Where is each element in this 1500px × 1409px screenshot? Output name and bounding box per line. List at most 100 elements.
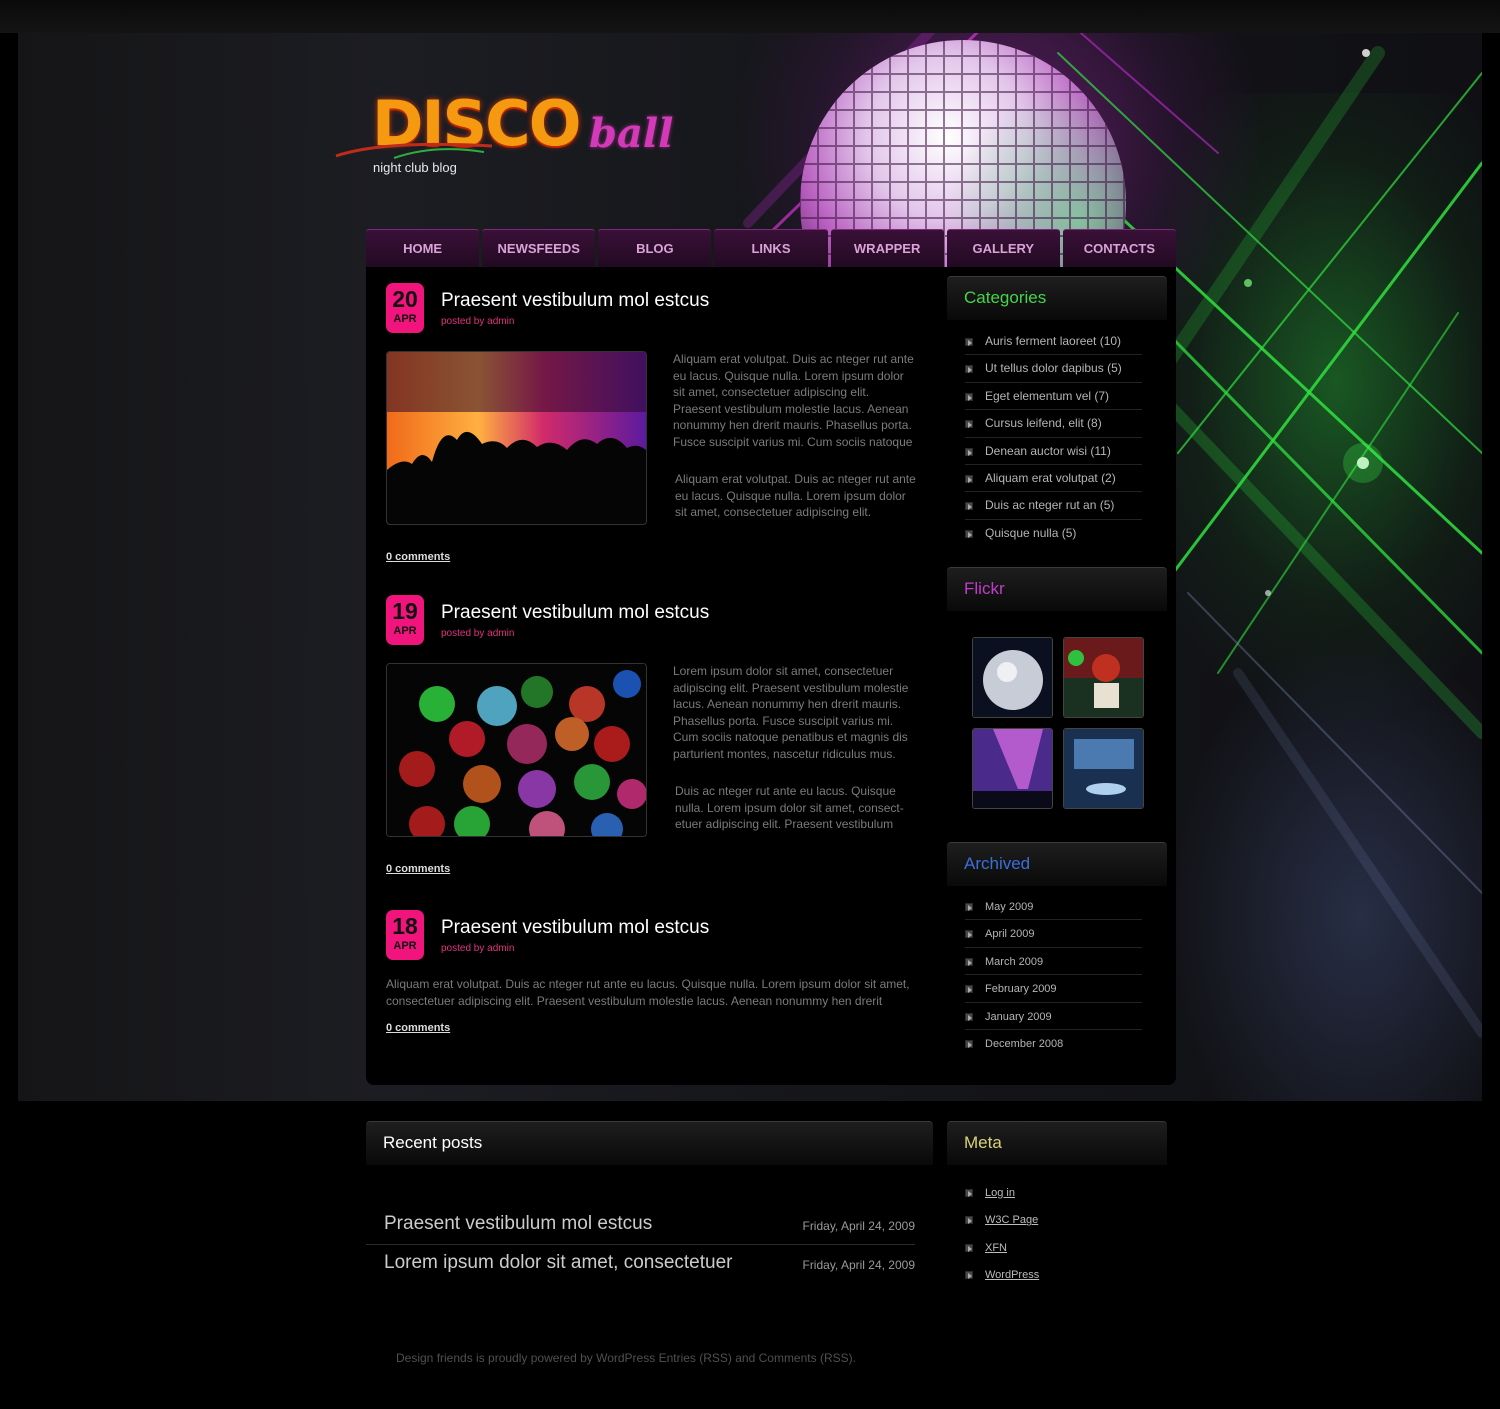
flickr-widget: Flickr [947,567,1167,817]
post-excerpt: Aliquam erat volutpat. Duis ac nteger ru… [673,352,914,449]
categories-list: Auris ferment laoreet (10) Ut tellus dol… [965,328,1142,547]
meta-item: W3C Page [965,1206,1142,1233]
post-title[interactable]: Praesent vestibulum mol estcus [441,290,709,312]
category-item[interactable]: Duis ac nteger rut an (5) [965,492,1142,520]
archive-item[interactable]: May 2009 [965,893,1142,921]
bullet-icon [965,1012,973,1021]
nav-contacts[interactable]: CONTACTS [1062,229,1176,267]
post-image-concert[interactable] [386,351,647,525]
post-day: 18 [392,913,418,939]
bullet-icon [965,365,973,374]
post-title[interactable]: Praesent vestibulum mol estcus [441,602,709,624]
post-month: APR [393,940,417,952]
bullet-icon [965,957,973,966]
bullet-icon [965,1271,973,1280]
bullet-icon [965,420,973,429]
post-excerpt-2: Duis ac nteger rut ante eu lacus. Quisqu… [675,784,904,831]
bullet-icon [965,1216,973,1225]
archive-item[interactable]: March 2009 [965,948,1142,976]
nav-links[interactable]: LINKS [714,229,828,267]
archived-list: May 2009 April 2009 March 2009 February … [965,893,1142,1057]
meta-list: Log in W3C Page XFN WordPress [965,1179,1142,1289]
site-logo[interactable]: DISCO ball night club blog [335,92,673,175]
logo-swoosh [335,142,493,159]
meta-link-wordpress[interactable]: WordPress [985,1269,1039,1281]
top-band [0,0,1500,33]
post-day: 19 [392,598,418,624]
recent-post-row[interactable]: Lorem ipsum dolor sit amet, consectetuer… [366,1246,915,1284]
archived-title: Archived [947,842,1167,886]
nav-newsfeeds[interactable]: NEWSFEEDS [482,229,596,267]
flickr-thumb-lounge[interactable] [1063,728,1144,809]
recent-post-row[interactable]: Praesent vestibulum mol estcus Friday, A… [366,1207,915,1245]
post-date-badge: 20 APR [386,283,424,333]
bullet-icon [965,529,973,538]
blog-post: 20 APR Praesent vestibulum mol estcus po… [386,283,916,573]
bullet-icon [965,338,973,346]
bullet-icon [965,474,973,483]
recent-posts-widget: Recent posts Praesent vestibulum mol est… [366,1121,933,1273]
archive-item[interactable]: February 2009 [965,975,1142,1003]
bullet-icon [965,1039,973,1048]
meta-widget: Meta Log in W3C Page XFN WordPress [947,1121,1167,1289]
flickr-thumb-dj[interactable] [1063,637,1144,718]
flickr-thumb-stage[interactable] [972,728,1053,809]
category-item[interactable]: Cursus leifend, elit (8) [965,410,1142,438]
meta-item: WordPress [965,1261,1142,1288]
site-footer: Design friends is proudly powered by Wor… [396,1351,856,1365]
categories-widget: Categories Auris ferment laoreet (10) Ut… [947,276,1167,547]
nav-home[interactable]: HOME [366,229,480,267]
flickr-title: Flickr [947,567,1167,611]
meta-title: Meta [947,1121,1167,1165]
category-item[interactable]: Ut tellus dolor dapibus (5) [965,355,1142,383]
bullet-icon [965,392,973,401]
comments-link[interactable]: 0 comments [386,1022,450,1034]
comments-link[interactable]: 0 comments [386,863,450,875]
post-byline: posted by admin [441,316,515,327]
bullet-icon [965,502,973,511]
categories-title: Categories [947,276,1167,320]
meta-item: XFN [965,1234,1142,1261]
meta-link-w3c[interactable]: W3C Page [985,1214,1038,1226]
post-title[interactable]: Praesent vestibulum mol estcus [441,917,709,939]
recent-post-date: Friday, April 24, 2009 [802,1258,915,1272]
bullet-icon [965,1243,973,1252]
recent-post-title[interactable]: Lorem ipsum dolor sit amet, consectetuer [384,1252,733,1274]
archive-item[interactable]: December 2008 [965,1030,1142,1057]
post-image-bokeh[interactable] [386,663,647,837]
meta-link-login[interactable]: Log in [985,1187,1015,1199]
logo-word-ball: ball [589,110,674,157]
main-nav: HOME NEWSFEEDS BLOG LINKS WRAPPER GALLER… [366,229,1176,267]
archive-item[interactable]: April 2009 [965,920,1142,948]
bullet-icon [965,985,973,994]
nav-blog[interactable]: BLOG [598,229,712,267]
category-item[interactable]: Eget elementum vel (7) [965,383,1142,411]
post-day: 20 [392,286,418,312]
blog-post: 18 APR Praesent vestibulum mol estcus po… [386,910,916,1050]
recent-post-date: Friday, April 24, 2009 [802,1219,915,1233]
meta-link-xfn[interactable]: XFN [985,1242,1007,1254]
nav-wrapper[interactable]: WRAPPER [830,229,944,267]
bullet-icon [965,447,973,456]
flickr-thumb-discoball[interactable] [972,637,1053,718]
archived-widget: Archived May 2009 April 2009 March 2009 … [947,842,1167,1057]
post-byline: posted by admin [441,628,515,639]
bullet-icon [965,1189,973,1197]
archive-item[interactable]: January 2009 [965,1003,1142,1030]
nav-gallery[interactable]: GALLERY [946,229,1060,267]
post-date-badge: 19 APR [386,595,424,645]
category-item[interactable]: Aliquam erat volutpat (2) [965,465,1142,493]
recent-post-title[interactable]: Praesent vestibulum mol estcus [384,1213,652,1235]
category-item[interactable]: Auris ferment laoreet (10) [965,328,1142,356]
post-excerpt: Lorem ipsum dolor sit amet, consectetuer… [673,664,909,761]
meta-item: Log in [965,1179,1142,1206]
recent-posts-title: Recent posts [366,1121,933,1165]
blog-post: 19 APR Praesent vestibulum mol estcus po… [386,595,916,885]
comments-link[interactable]: 0 comments [386,551,450,563]
post-date-badge: 18 APR [386,910,424,960]
category-item[interactable]: Denean auctor wisi (11) [965,438,1142,465]
post-month: APR [393,313,417,325]
category-item[interactable]: Quisque nulla (5) [965,520,1142,547]
bullet-icon [965,930,973,939]
post-excerpt: Aliquam erat volutpat. Duis ac nteger ru… [386,977,910,1008]
